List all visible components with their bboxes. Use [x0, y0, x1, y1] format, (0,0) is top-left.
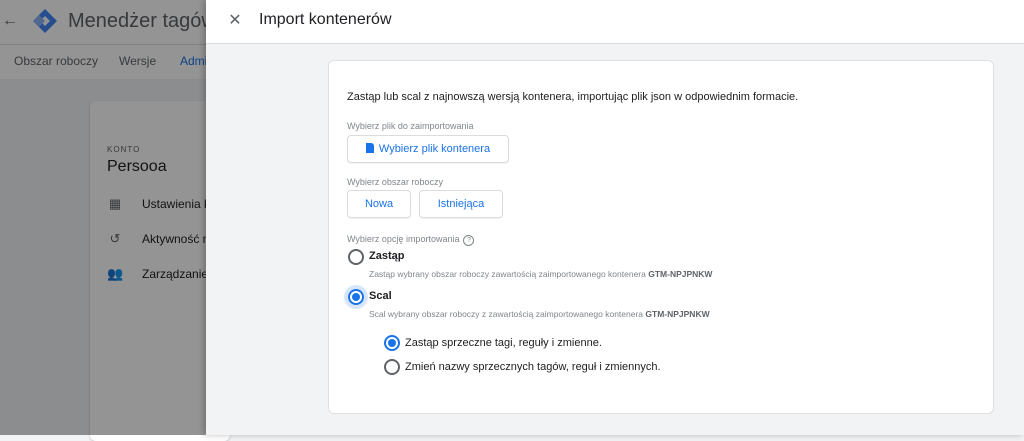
file-label: Wybierz plik do zaimportowania	[347, 121, 474, 131]
option-replace-container: GTM-NPJPNKW	[648, 269, 713, 279]
document-icon	[365, 143, 374, 153]
choose-file-label: Wybierz plik kontenera	[378, 143, 491, 155]
option-replace-desc-text: Zastąp wybrany obszar roboczy zawartości…	[369, 269, 649, 279]
import-dialog: ✕ Import kontenerów Zastąp lub scal z na…	[206, 0, 1024, 435]
radio-replace-conflicts[interactable]	[384, 335, 400, 351]
intro-text: Zastąp lub scal z najnowszą wersją konte…	[347, 91, 799, 103]
import-option-text: Wybierz opcję importowania	[347, 234, 460, 244]
import-option-label: Wybierz opcję importowania?	[347, 234, 475, 246]
workspace-existing-button[interactable]: Istniejąca	[419, 190, 503, 218]
workspace-label: Wybierz obszar roboczy	[347, 177, 443, 187]
import-panel: Zastąp lub scal z najnowszą wersją konte…	[328, 60, 994, 414]
help-icon[interactable]: ?	[463, 235, 475, 246]
option-merge-container: GTM-NPJPNKW	[645, 309, 710, 319]
radio-replace[interactable]	[348, 249, 364, 265]
sub-option-replace-conflicts: Zastąp sprzeczne tagi, reguły i zmienne.	[405, 337, 602, 349]
radio-rename-conflicts[interactable]	[384, 359, 400, 375]
option-merge-desc: Scal wybrany obszar roboczy z zawartości…	[369, 309, 710, 319]
dialog-header: ✕ Import kontenerów	[206, 0, 1024, 44]
option-merge-title: Scal	[369, 290, 392, 302]
option-replace-desc: Zastąp wybrany obszar roboczy zawartości…	[369, 269, 712, 279]
close-icon[interactable]: ✕	[224, 10, 246, 32]
dialog-title: Import kontenerów	[259, 11, 392, 28]
radio-merge[interactable]	[348, 289, 364, 305]
choose-file-button[interactable]: Wybierz plik kontenera	[347, 135, 509, 163]
sub-option-rename-conflicts: Zmień nazwy sprzecznych tagów, reguł i z…	[405, 361, 661, 373]
option-merge-desc-text: Scal wybrany obszar roboczy z zawartości…	[369, 309, 646, 319]
option-replace-title: Zastąp	[369, 250, 405, 262]
workspace-new-button[interactable]: Nowa	[347, 190, 411, 218]
